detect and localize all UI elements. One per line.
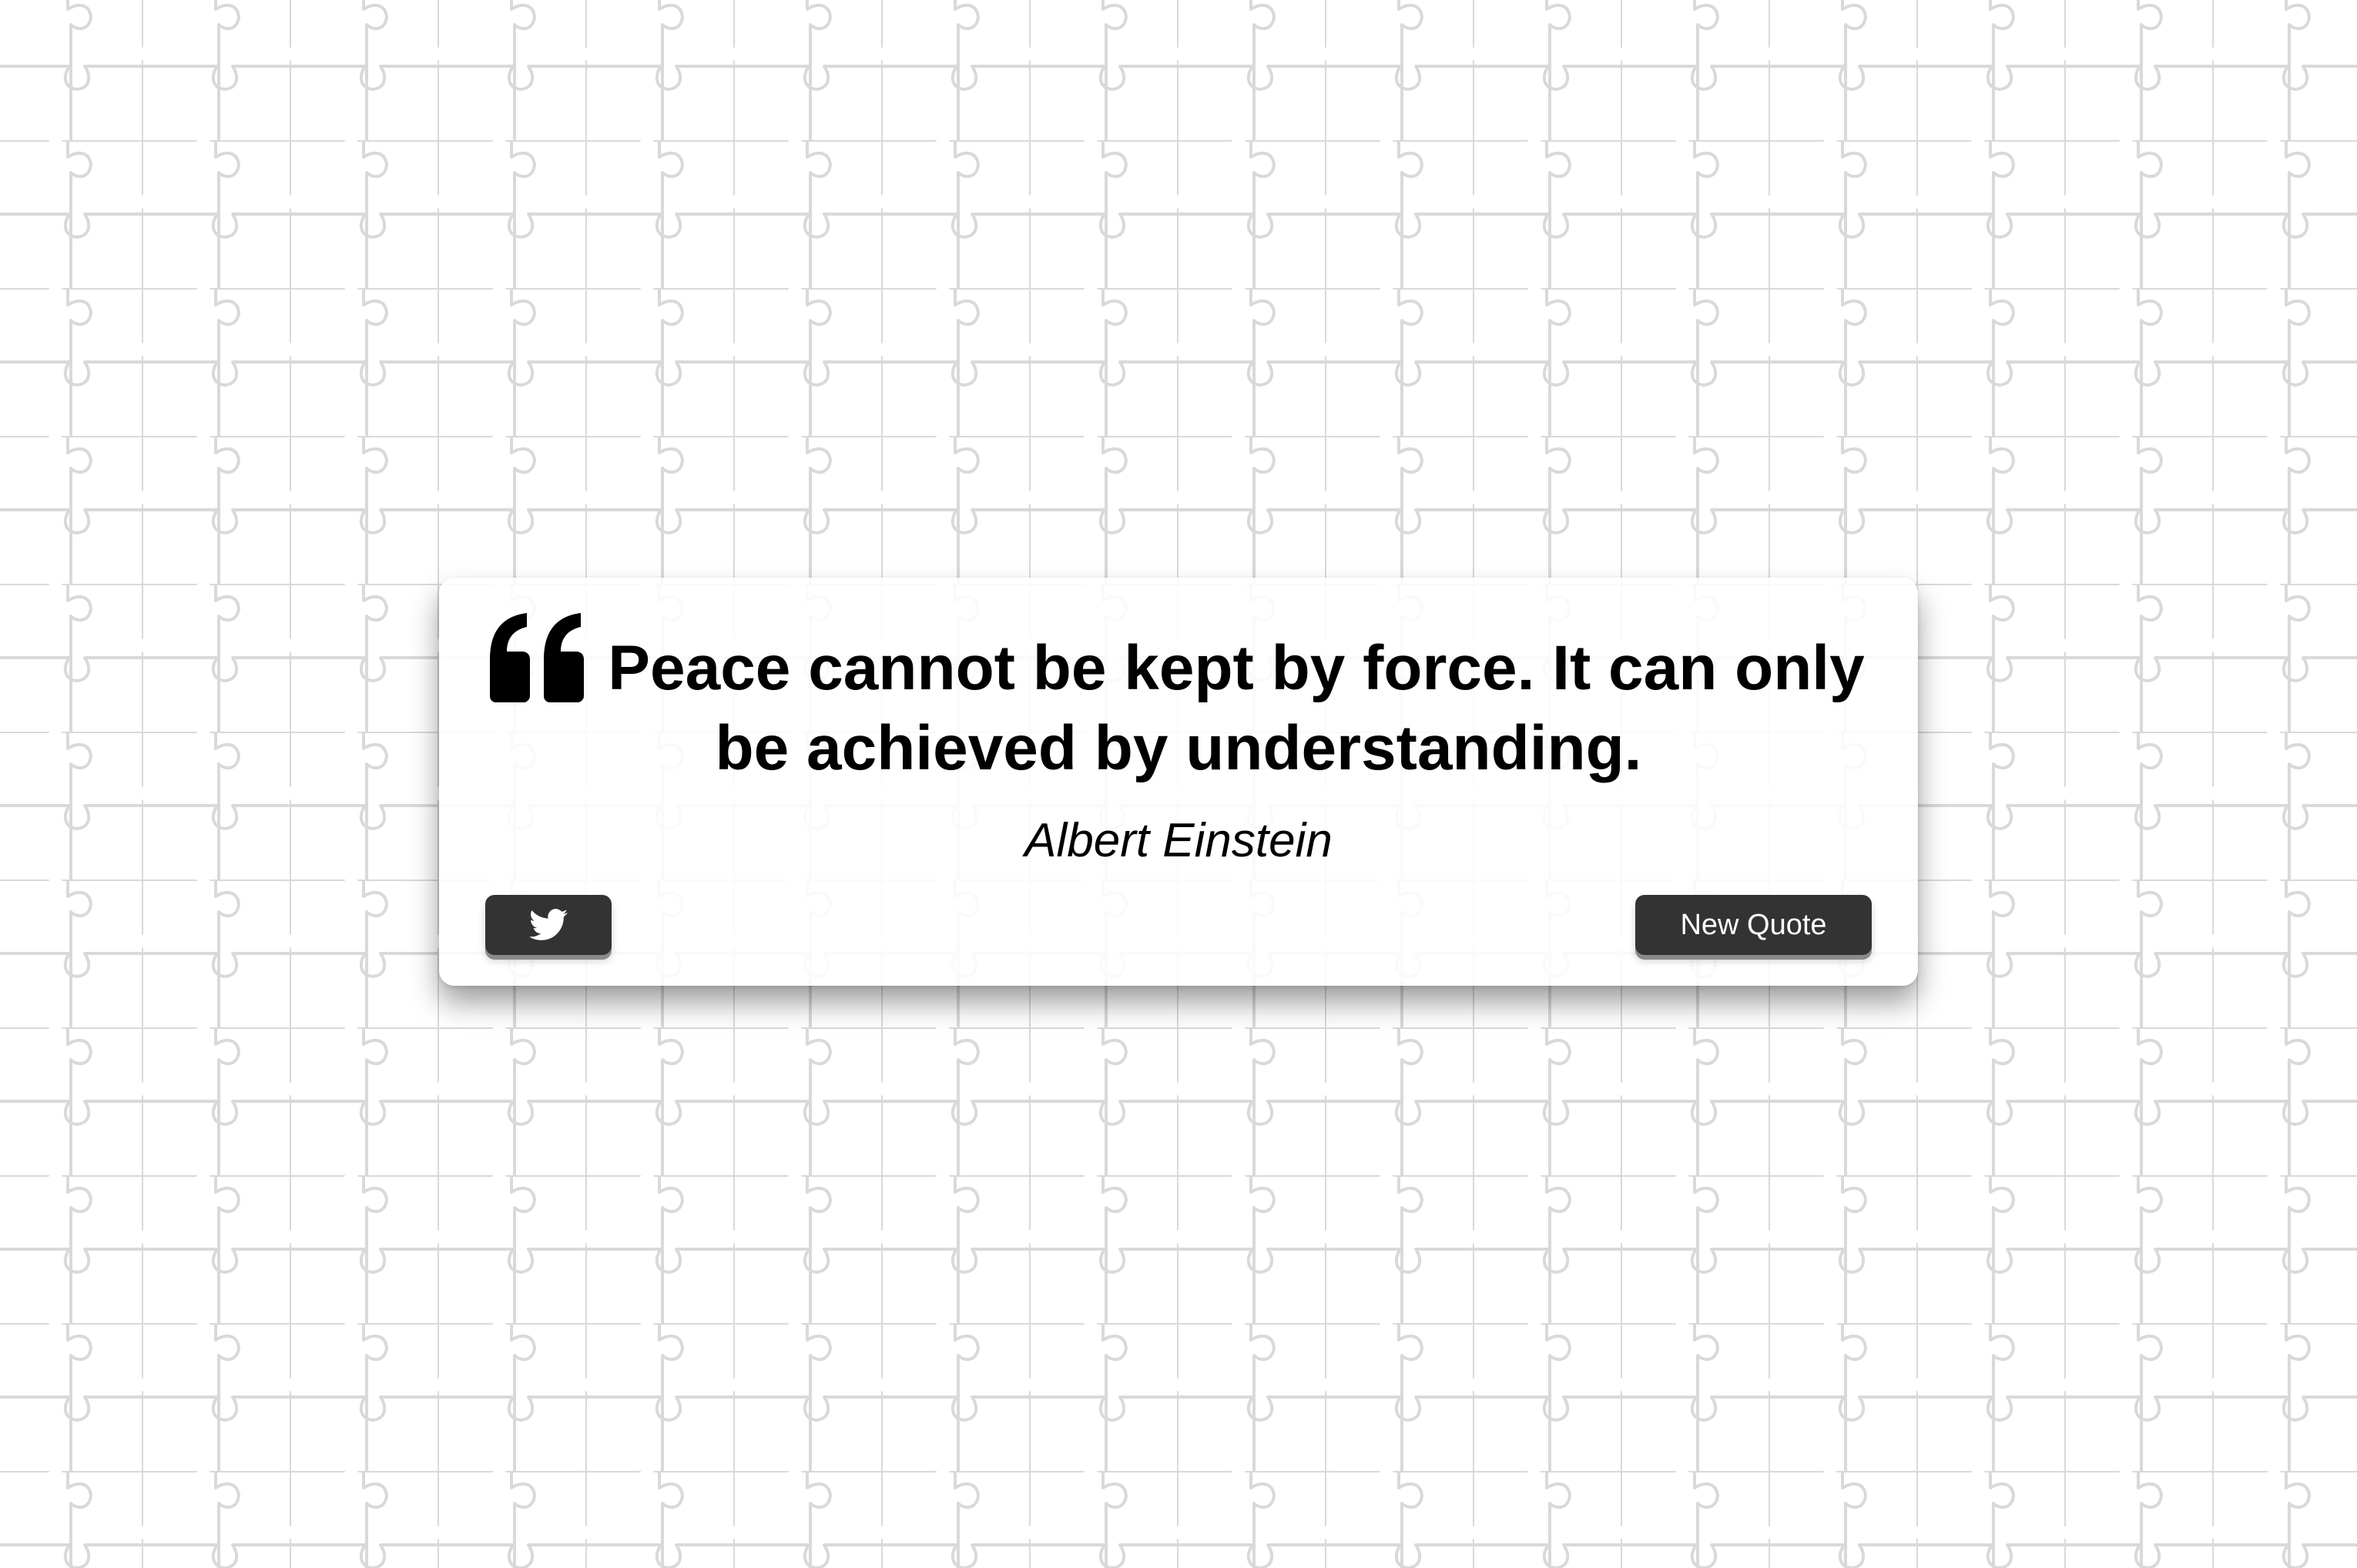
twitter-icon [529, 908, 568, 942]
tweet-button[interactable] [485, 895, 612, 955]
quote-author: Albert Einstein [1024, 814, 1333, 867]
quote-card: Peace cannot be kept by force. It can on… [439, 578, 1918, 986]
new-quote-button[interactable]: New Quote [1635, 895, 1872, 955]
quote-text: Peace cannot be kept by force. It can on… [608, 633, 1865, 783]
